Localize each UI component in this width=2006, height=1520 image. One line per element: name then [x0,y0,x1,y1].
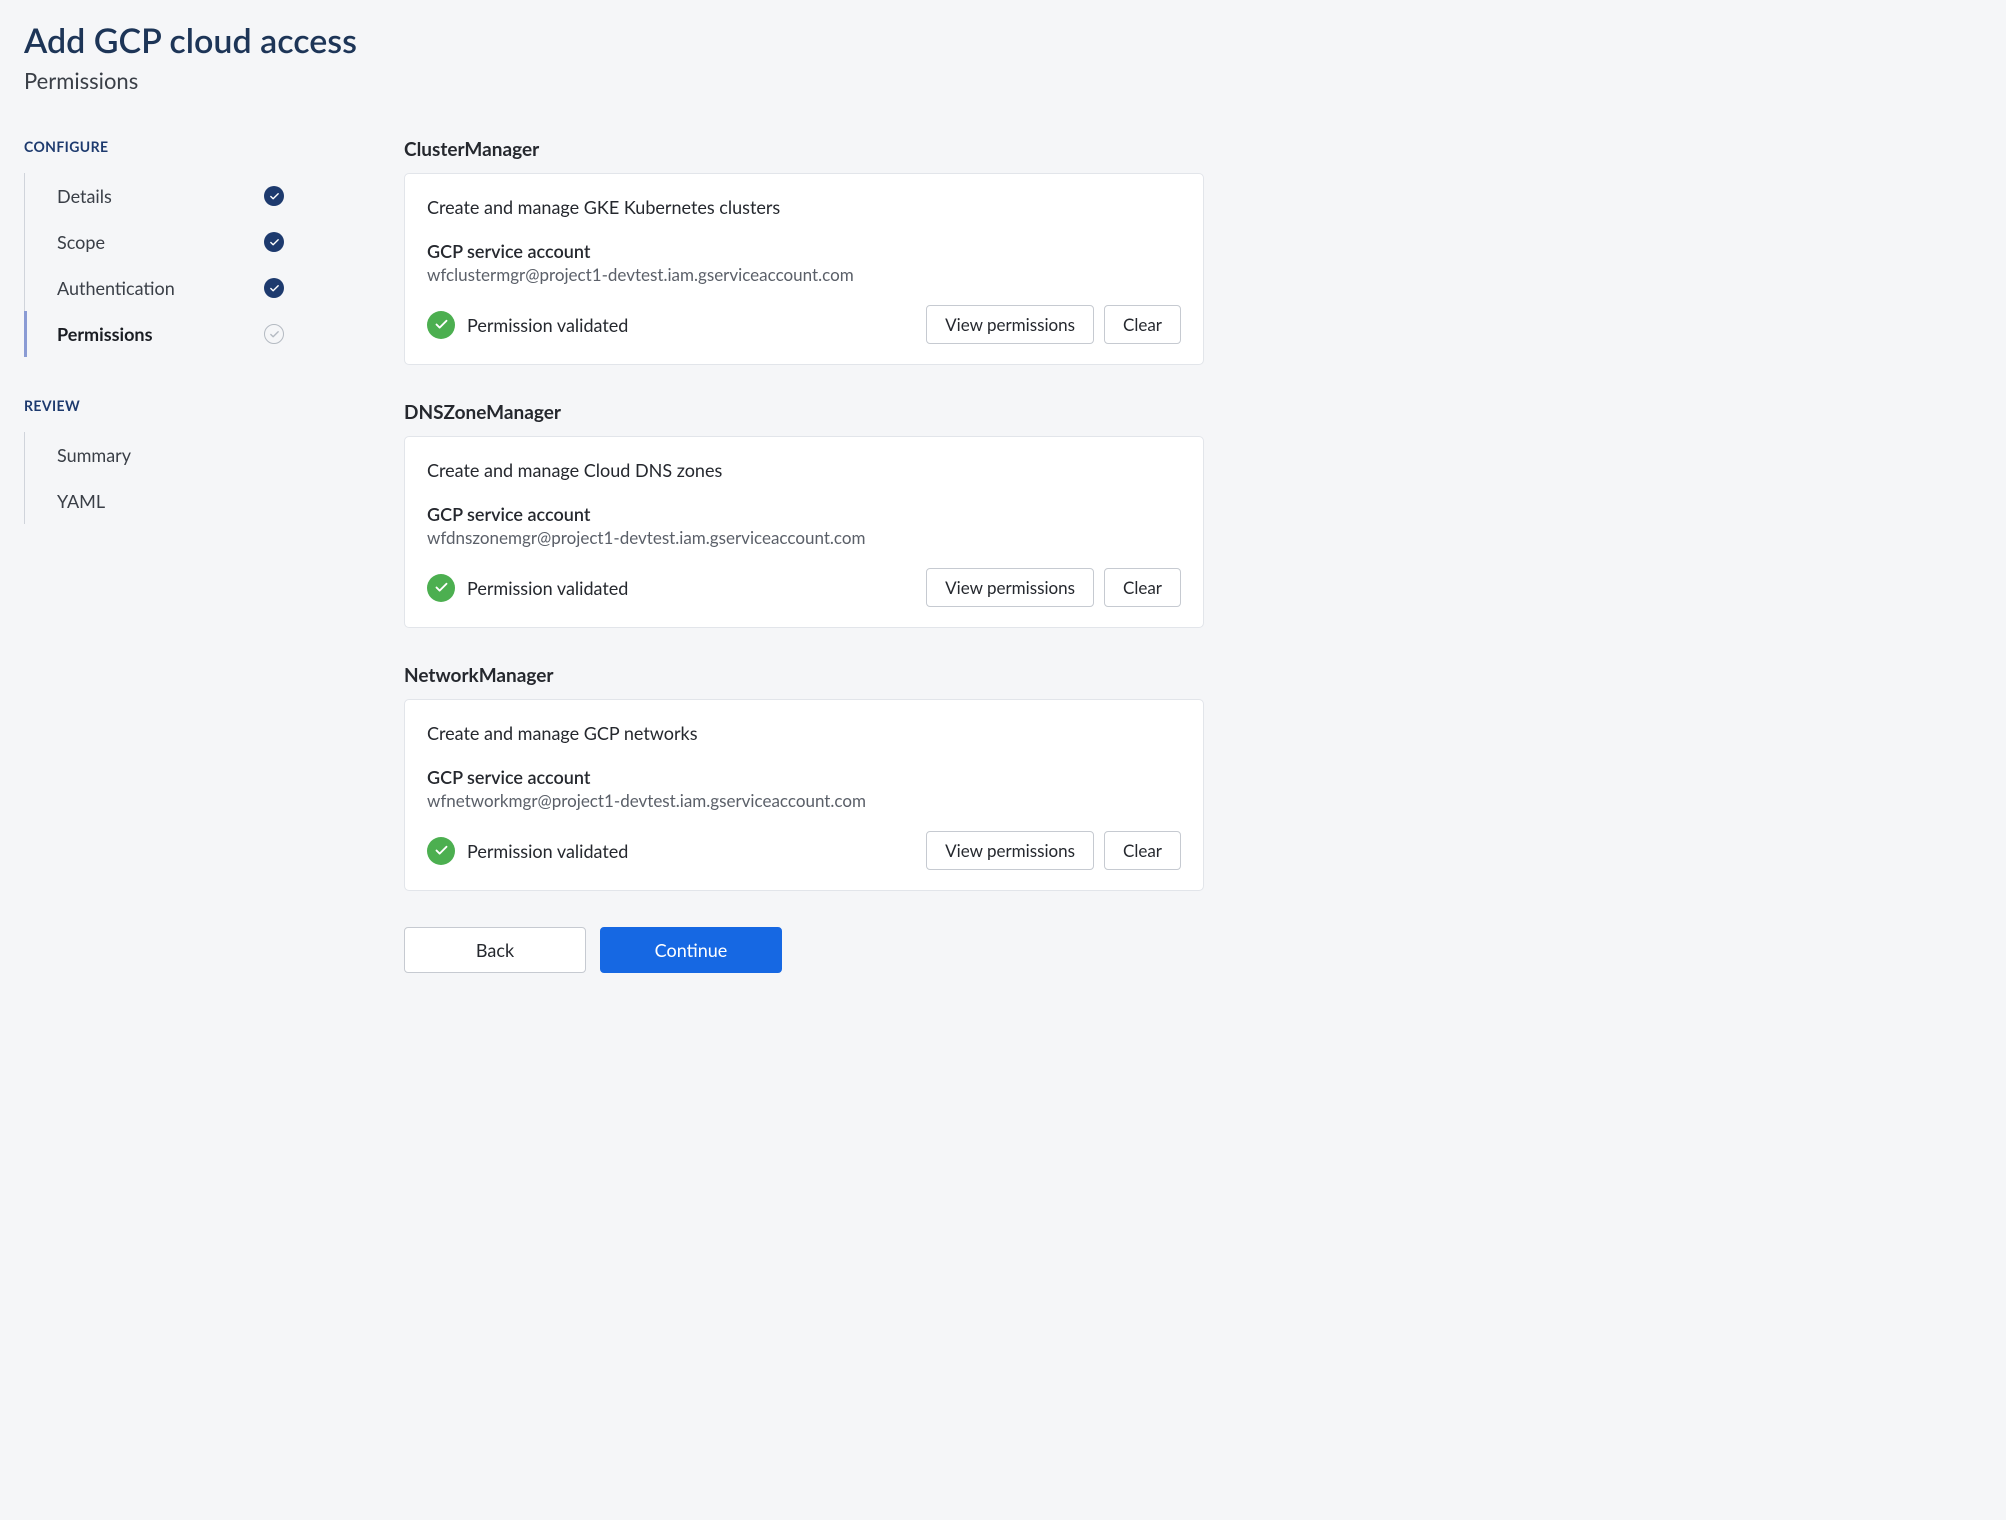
sidebar-section-configure: CONFIGURE [24,138,284,155]
sidebar-item-details[interactable]: Details [25,173,284,219]
view-permissions-button[interactable]: View permissions [926,305,1094,344]
permission-description: Create and manage Cloud DNS zones [427,459,1181,481]
page-subtitle: Permissions [24,67,1982,94]
service-account-label: GCP service account [427,503,1181,525]
wizard-sidebar: CONFIGURE Details Scope Authentication [24,138,284,564]
clear-button[interactable]: Clear [1104,305,1181,344]
permission-card: Create and manage GCP networks GCP servi… [404,699,1204,891]
sidebar-item-permissions[interactable]: Permissions [24,311,284,357]
sidebar-item-label: Summary [57,444,131,466]
continue-button[interactable]: Continue [600,927,782,973]
sidebar-item-label: YAML [57,490,105,512]
status-text: Permission validated [467,840,628,862]
sidebar-item-scope[interactable]: Scope [25,219,284,265]
service-account-label: GCP service account [427,766,1181,788]
permission-block-networkmanager: NetworkManager Create and manage GCP net… [404,664,1204,891]
clear-button[interactable]: Clear [1104,568,1181,607]
success-check-icon [427,837,455,865]
service-account-label: GCP service account [427,240,1181,262]
permission-title: NetworkManager [404,664,1204,687]
permission-block-dnszonemanager: DNSZoneManager Create and manage Cloud D… [404,401,1204,628]
service-account-value: wfdnszonemgr@project1-devtest.iam.gservi… [427,527,1181,548]
sidebar-section-review: REVIEW [24,397,284,414]
success-check-icon [427,311,455,339]
check-icon [264,278,284,298]
permission-block-clustermanager: ClusterManager Create and manage GKE Kub… [404,138,1204,365]
sidebar-item-authentication[interactable]: Authentication [25,265,284,311]
sidebar-item-label: Authentication [57,277,175,299]
back-button[interactable]: Back [404,927,586,973]
status-text: Permission validated [467,577,628,599]
page-title: Add GCP cloud access [24,20,1982,61]
view-permissions-button[interactable]: View permissions [926,831,1094,870]
sidebar-item-label: Scope [57,231,105,253]
sidebar-item-yaml[interactable]: YAML [25,478,284,524]
permission-status: Permission validated [427,574,628,602]
permission-description: Create and manage GCP networks [427,722,1181,744]
permission-card: Create and manage GKE Kubernetes cluster… [404,173,1204,365]
success-check-icon [427,574,455,602]
sidebar-item-label: Permissions [57,323,153,345]
permission-title: ClusterManager [404,138,1204,161]
check-icon [264,186,284,206]
permission-title: DNSZoneManager [404,401,1204,424]
wizard-footer-actions: Back Continue [404,927,1204,973]
sidebar-item-summary[interactable]: Summary [25,432,284,478]
permission-card: Create and manage Cloud DNS zones GCP se… [404,436,1204,628]
sidebar-item-label: Details [57,185,112,207]
check-pending-icon [264,324,284,344]
view-permissions-button[interactable]: View permissions [926,568,1094,607]
clear-button[interactable]: Clear [1104,831,1181,870]
check-icon [264,232,284,252]
permission-status: Permission validated [427,311,628,339]
service-account-value: wfclustermgr@project1-devtest.iam.gservi… [427,264,1181,285]
status-text: Permission validated [467,314,628,336]
permission-status: Permission validated [427,837,628,865]
main-content: ClusterManager Create and manage GKE Kub… [404,138,1204,973]
permission-description: Create and manage GKE Kubernetes cluster… [427,196,1181,218]
service-account-value: wfnetworkmgr@project1-devtest.iam.gservi… [427,790,1181,811]
